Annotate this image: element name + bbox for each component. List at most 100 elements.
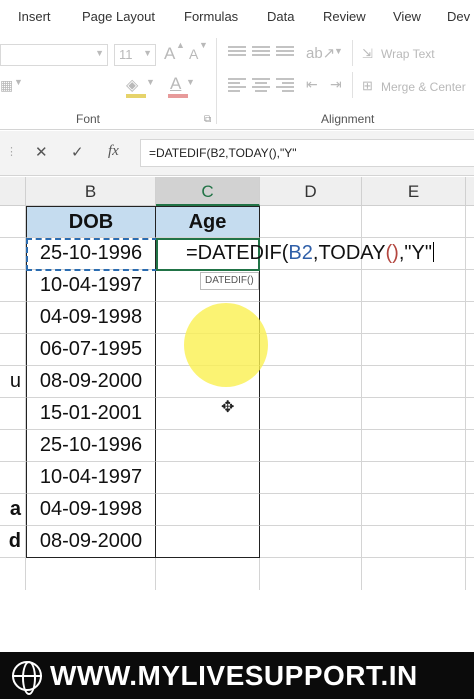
table-cell[interactable] [362, 398, 466, 430]
table-cell[interactable] [0, 558, 26, 590]
name-cell[interactable] [0, 270, 26, 302]
cell-f1[interactable] [466, 206, 474, 238]
dialog-launcher-icon[interactable]: ⧉ [204, 114, 211, 125]
column-header-b[interactable]: B [26, 177, 156, 206]
table-cell[interactable] [466, 494, 474, 526]
tab-page-layout[interactable]: Page Layout [82, 9, 155, 24]
name-cell[interactable] [0, 430, 26, 462]
chevron-down-icon[interactable]: ▼ [334, 46, 343, 56]
increase-indent-icon[interactable]: ⇥ [330, 76, 342, 93]
table-cell[interactable] [362, 334, 466, 366]
table-cell[interactable] [260, 462, 362, 494]
formula-input[interactable]: =DATEDIF(B2,TODAY(),"Y" [140, 139, 474, 167]
decrease-indent-icon[interactable]: ⇤ [306, 76, 318, 93]
table-cell[interactable] [362, 558, 466, 590]
name-cell[interactable] [0, 398, 26, 430]
table-cell[interactable] [362, 526, 466, 558]
table-cell[interactable] [362, 494, 466, 526]
table-cell[interactable] [362, 302, 466, 334]
tab-developer[interactable]: Dev [447, 9, 470, 24]
column-header-f-partial[interactable] [466, 177, 474, 206]
dob-cell[interactable]: 04-09-1998 [26, 494, 156, 526]
font-color-button[interactable]: A [170, 74, 181, 94]
borders-icon[interactable]: ▦ [0, 77, 13, 94]
fill-color-icon[interactable]: ◈ [126, 75, 138, 95]
orientation-icon[interactable]: ab↗ [306, 44, 335, 62]
age-cell[interactable] [156, 526, 260, 558]
name-cell[interactable] [0, 334, 26, 366]
align-top-icon[interactable] [228, 46, 246, 60]
table-cell[interactable] [466, 270, 474, 302]
table-cell[interactable] [156, 558, 260, 590]
wrap-text-button[interactable]: Wrap Text [381, 47, 435, 61]
column-header-e[interactable]: E [362, 177, 466, 206]
age-cell[interactable] [156, 398, 260, 430]
font-name-dropdown[interactable]: ▼ [0, 44, 108, 66]
shrink-font-button[interactable]: A [189, 46, 198, 62]
dob-cell[interactable]: 10-04-1997 [26, 270, 156, 302]
table-cell[interactable] [26, 558, 156, 590]
age-cell[interactable] [156, 494, 260, 526]
chevron-down-icon[interactable]: ▼ [146, 77, 155, 87]
tab-view[interactable]: View [393, 9, 421, 24]
table-cell[interactable] [466, 526, 474, 558]
table-cell[interactable] [466, 302, 474, 334]
table-cell[interactable] [466, 398, 474, 430]
tab-formulas[interactable]: Formulas [184, 9, 238, 24]
align-right-icon[interactable] [276, 78, 294, 92]
table-cell[interactable] [362, 430, 466, 462]
column-header-d[interactable]: D [260, 177, 362, 206]
column-header-c[interactable]: C [156, 177, 260, 206]
in-cell-formula[interactable]: =DATEDIF(B2,TODAY(),"Y" [186, 242, 434, 265]
table-cell[interactable] [466, 334, 474, 366]
age-header-cell[interactable]: Age [156, 206, 260, 238]
dob-cell[interactable]: 08-09-2000 [26, 366, 156, 398]
cell-a1[interactable] [0, 206, 26, 238]
table-cell[interactable] [260, 366, 362, 398]
table-cell[interactable] [260, 430, 362, 462]
table-cell[interactable] [260, 558, 362, 590]
name-cell[interactable]: a [0, 494, 26, 526]
tab-insert[interactable]: Insert [18, 9, 51, 24]
insert-function-button[interactable]: fx [108, 143, 119, 160]
column-header-a-partial[interactable] [0, 177, 26, 206]
dob-cell[interactable]: 04-09-1998 [26, 302, 156, 334]
tab-review[interactable]: Review [323, 9, 366, 24]
table-cell[interactable] [362, 270, 466, 302]
merge-center-icon[interactable]: ⊞ [362, 78, 373, 94]
name-cell[interactable]: d [0, 526, 26, 558]
table-cell[interactable] [466, 558, 474, 590]
align-middle-icon[interactable] [252, 46, 270, 60]
wrap-text-icon[interactable]: ⇲ [362, 46, 373, 62]
dob-cell[interactable]: 06-07-1995 [26, 334, 156, 366]
table-cell[interactable] [260, 334, 362, 366]
grow-font-button[interactable]: A [164, 44, 175, 64]
table-cell[interactable] [362, 366, 466, 398]
table-cell[interactable] [260, 494, 362, 526]
dob-cell[interactable]: 25-10-1996 [26, 430, 156, 462]
name-cell[interactable]: u [0, 366, 26, 398]
table-cell[interactable] [466, 462, 474, 494]
align-center-icon[interactable] [252, 78, 270, 92]
enter-button[interactable]: ✓ [71, 143, 84, 161]
table-cell[interactable] [466, 238, 474, 270]
table-cell[interactable] [260, 526, 362, 558]
font-size-dropdown[interactable]: 11 ▼ [114, 44, 156, 66]
dob-cell[interactable]: 15-01-2001 [26, 398, 156, 430]
dob-cell[interactable]: 08-09-2000 [26, 526, 156, 558]
table-cell[interactable] [260, 398, 362, 430]
dob-header-cell[interactable]: DOB [26, 206, 156, 238]
cell-e1[interactable] [362, 206, 466, 238]
age-cell[interactable] [156, 430, 260, 462]
chevron-down-icon[interactable]: ▼ [14, 77, 23, 87]
merge-center-button[interactable]: Merge & Center [381, 80, 466, 94]
chevron-down-icon[interactable]: ▼ [186, 77, 195, 87]
tab-data[interactable]: Data [267, 9, 294, 24]
align-bottom-icon[interactable] [276, 46, 294, 60]
cell-d1[interactable] [260, 206, 362, 238]
dob-cell[interactable]: 10-04-1997 [26, 462, 156, 494]
align-left-icon[interactable] [228, 78, 246, 92]
table-cell[interactable] [466, 430, 474, 462]
table-cell[interactable] [260, 302, 362, 334]
name-cell[interactable] [0, 238, 26, 270]
